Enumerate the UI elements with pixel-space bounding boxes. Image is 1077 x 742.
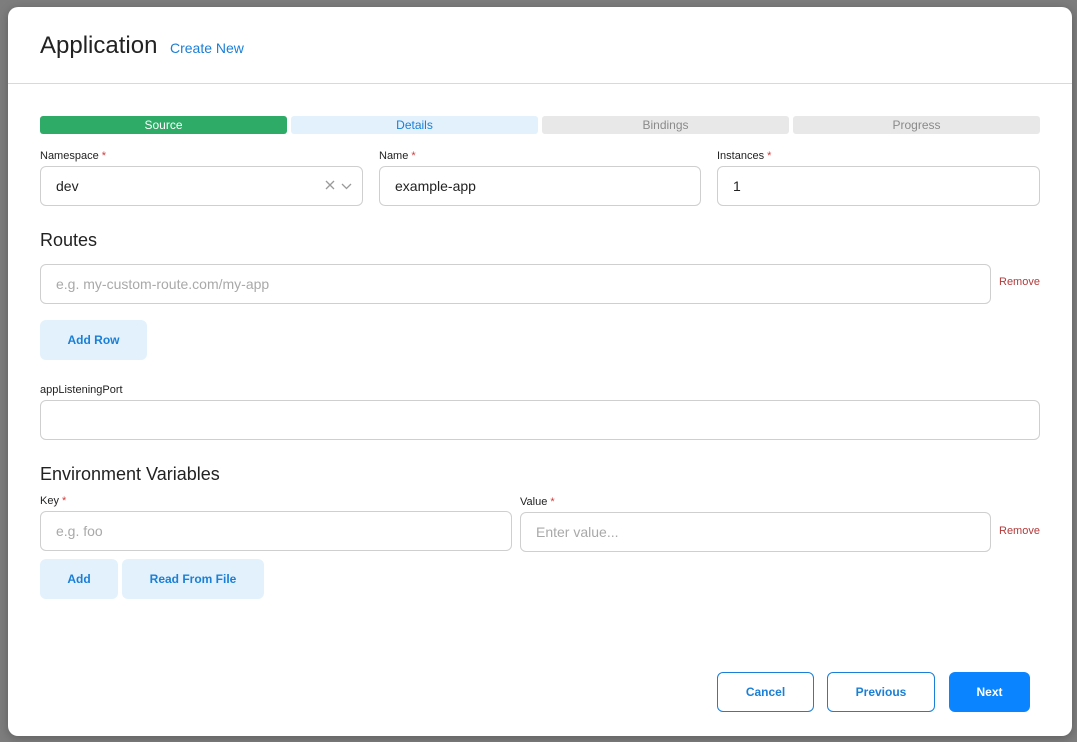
app-listening-port-label: appListeningPort (40, 384, 123, 396)
name-label-text: Name (379, 150, 409, 162)
namespace-select[interactable]: dev (40, 166, 363, 206)
env-key-input[interactable]: e.g. foo (40, 511, 512, 551)
namespace-value: dev (56, 178, 79, 194)
app-listening-port-input[interactable] (40, 400, 1040, 440)
cancel-button[interactable]: Cancel (717, 672, 814, 712)
next-button[interactable]: Next (949, 672, 1030, 712)
env-vars-title: Environment Variables (40, 464, 220, 484)
create-new-label: Create New (170, 40, 244, 56)
namespace-label-text: Namespace (40, 150, 99, 162)
remove-env-link[interactable]: Remove (999, 525, 1040, 537)
name-label: Name * (379, 150, 416, 162)
step-bindings: Bindings (542, 116, 789, 134)
step-source: Source (40, 116, 287, 134)
application-modal: Application Create New Source Details Bi… (8, 7, 1072, 736)
close-icon[interactable] (325, 167, 335, 205)
required-marker: * (767, 150, 772, 162)
name-input[interactable]: example-app (379, 166, 701, 206)
modal-title: Application (40, 32, 158, 59)
remove-route-link[interactable]: Remove (999, 276, 1040, 288)
previous-button[interactable]: Previous (827, 672, 935, 712)
env-value-label-text: Value (520, 496, 548, 508)
env-value-input[interactable]: Enter value... (520, 512, 991, 552)
modal-header: Application Create New (8, 7, 1072, 84)
step-progress: Progress (793, 116, 1040, 134)
env-key-label: Key * (40, 495, 66, 507)
required-marker: * (411, 150, 416, 162)
read-from-file-button[interactable]: Read From File (122, 559, 264, 599)
instances-label: Instances * (717, 150, 771, 162)
chevron-down-icon[interactable] (341, 167, 352, 205)
env-value-label: Value * (520, 496, 555, 508)
required-marker: * (101, 150, 106, 162)
add-env-button[interactable]: Add (40, 559, 118, 599)
namespace-label: Namespace * (40, 150, 106, 162)
route-input[interactable]: e.g. my-custom-route.com/my-app (40, 264, 991, 304)
required-marker: * (61, 495, 67, 507)
step-details: Details (291, 116, 538, 134)
add-row-button[interactable]: Add Row (40, 320, 147, 360)
instances-label-text: Instances (717, 150, 765, 162)
instances-input[interactable]: 1 (717, 166, 1040, 206)
required-marker: * (550, 496, 555, 508)
wizard-steps: Source Details Bindings Progress (40, 116, 1040, 134)
env-key-label-text: Key (40, 495, 59, 507)
routes-title: Routes (40, 230, 98, 250)
